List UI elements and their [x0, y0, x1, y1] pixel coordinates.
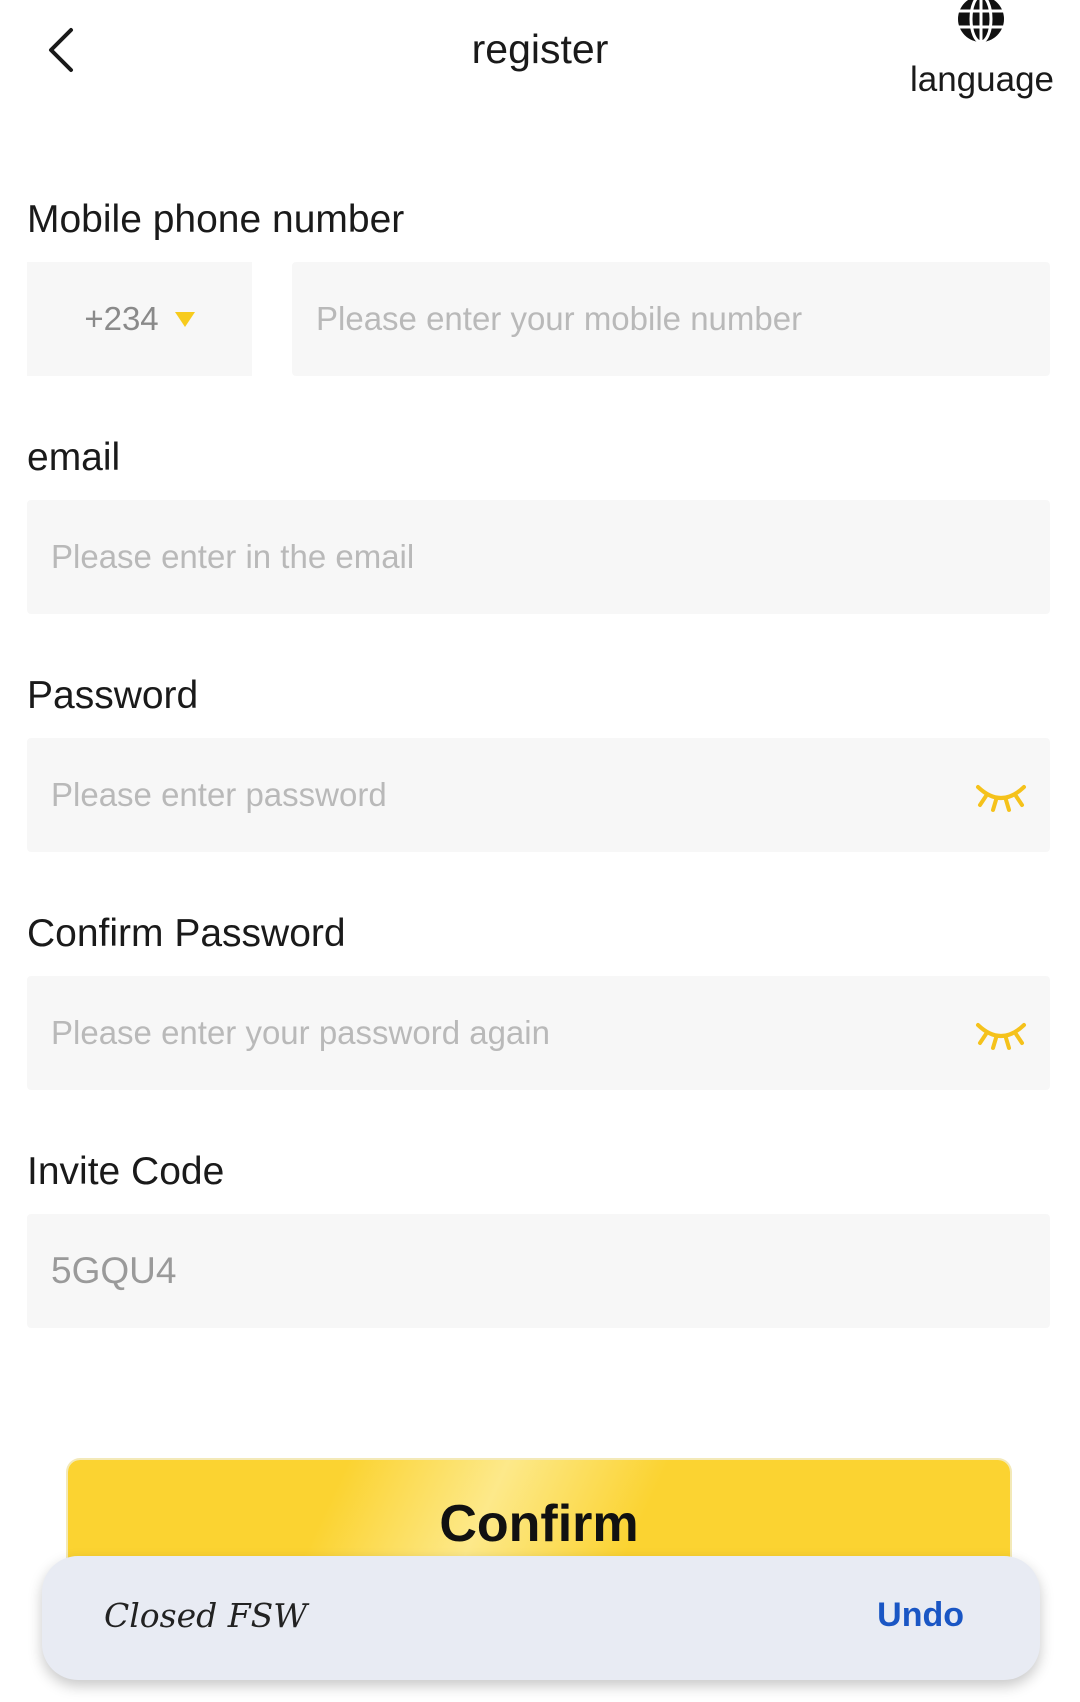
confirm-password-field — [27, 976, 1050, 1090]
snackbar-message: Closed FSW — [104, 1596, 308, 1635]
invite-code-label: Invite Code — [27, 1150, 225, 1193]
phone-field — [292, 262, 1050, 376]
eye-closed-icon[interactable] — [974, 777, 1028, 813]
password-input[interactable] — [51, 738, 964, 852]
language-label: language — [909, 60, 1055, 99]
confirm-password-input[interactable] — [51, 976, 964, 1090]
eye-closed-icon[interactable] — [974, 1015, 1028, 1051]
snackbar: Closed FSW Undo — [42, 1556, 1040, 1680]
confirm-button-label: Confirm — [439, 1495, 639, 1553]
phone-label: Mobile phone number — [27, 198, 405, 241]
invite-code-input[interactable] — [51, 1214, 964, 1328]
language-button[interactable]: language — [892, 0, 1072, 104]
globe-icon — [958, 0, 1004, 44]
invite-code-field — [27, 1214, 1050, 1328]
password-field — [27, 738, 1050, 852]
confirm-password-label: Confirm Password — [27, 912, 346, 955]
phone-input[interactable] — [316, 262, 964, 376]
email-field — [27, 500, 1050, 614]
register-page: register language Mobile phone number +2… — [0, 0, 1080, 1702]
country-code-select[interactable]: +234 — [27, 262, 252, 376]
country-code-value: +234 — [84, 300, 159, 337]
caret-down-icon — [174, 311, 195, 327]
email-label: email — [27, 436, 121, 479]
email-input[interactable] — [51, 500, 964, 614]
password-label: Password — [27, 674, 199, 717]
undo-button[interactable]: Undo — [877, 1596, 964, 1635]
